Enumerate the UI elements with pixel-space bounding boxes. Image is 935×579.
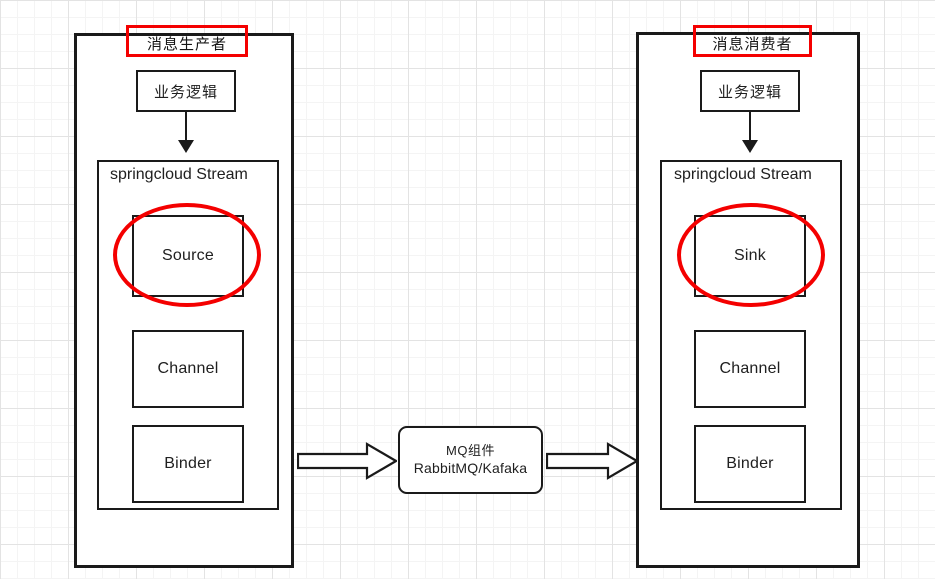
consumer-business-logic-box: 业务逻辑	[700, 70, 800, 112]
source-highlight-ellipse	[113, 203, 261, 307]
consumer-title-highlight-box	[693, 25, 812, 57]
arrow-mq-to-consumer	[546, 442, 638, 480]
consumer-stream-label: springcloud Stream	[674, 166, 812, 183]
producer-node-channel: Channel	[132, 330, 244, 408]
producer-title-highlight-box	[126, 25, 248, 57]
consumer-flow-line	[749, 112, 751, 142]
producer-business-logic-box: 业务逻辑	[136, 70, 236, 112]
arrow-down-icon-consumer	[742, 140, 758, 153]
mq-middleware-box: MQ组件 RabbitMQ/Kafaka	[398, 426, 543, 494]
mq-implementations-label: RabbitMQ/Kafaka	[413, 460, 528, 477]
consumer-node-channel: Channel	[694, 330, 806, 408]
arrow-producer-to-mq	[297, 442, 397, 480]
mq-component-label: MQ组件	[446, 442, 495, 458]
arrow-down-icon	[178, 140, 194, 153]
consumer-node-binder: Binder	[694, 425, 806, 503]
producer-node-binder: Binder	[132, 425, 244, 503]
producer-stream-label: springcloud Stream	[110, 166, 248, 183]
sink-highlight-ellipse	[677, 203, 825, 307]
diagram-canvas: 消息生产者 业务逻辑 springcloud Stream Source Cha…	[0, 0, 935, 579]
producer-flow-line	[185, 112, 187, 142]
